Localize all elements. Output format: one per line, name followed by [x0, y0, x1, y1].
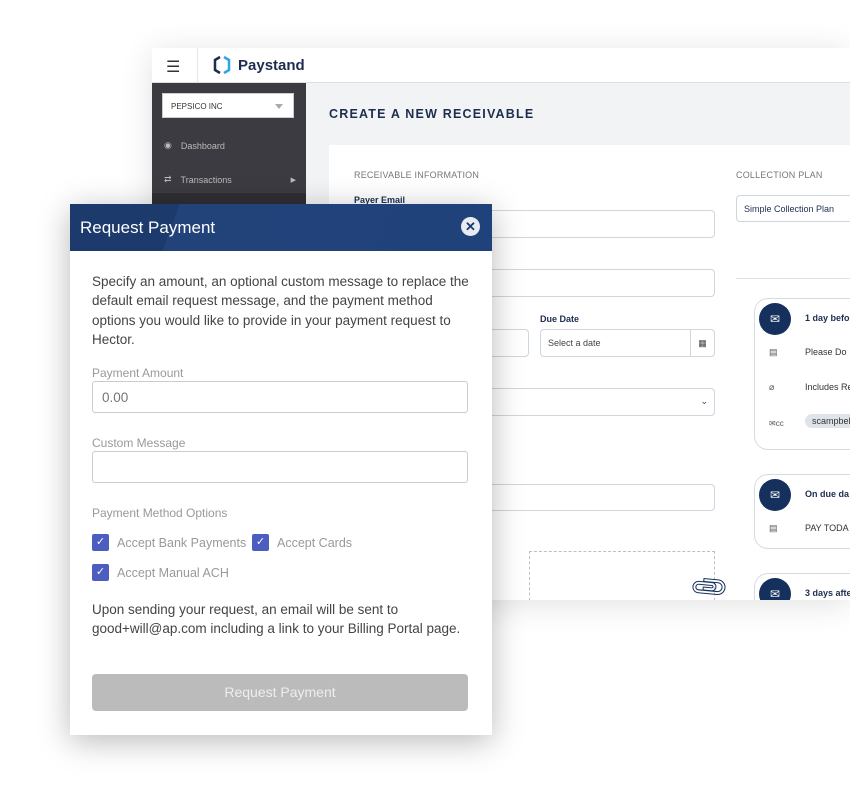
divider: [197, 48, 198, 83]
step-row: Please Do: [805, 347, 847, 357]
cc-email-icon: ✉cc: [769, 419, 784, 428]
checkmark-icon: ✓: [252, 534, 269, 551]
payment-amount-label: Payment Amount: [92, 366, 184, 380]
due-date-input[interactable]: Select a date ▦: [540, 329, 715, 357]
section-receivable-info: RECEIVABLE INFORMATION: [354, 170, 480, 180]
custom-message-input[interactable]: [92, 451, 468, 483]
custom-message-label: Custom Message: [92, 436, 186, 450]
timeline-step[interactable]: ✉ 3 days afte: [754, 573, 850, 600]
checkbox-label: Accept Manual ACH: [117, 565, 229, 580]
divider: [736, 278, 850, 279]
step-row: PAY TODA: [805, 523, 849, 533]
logo[interactable]: Paystand: [212, 55, 305, 75]
caret-down-icon: [275, 104, 283, 113]
paperclip-icon: ⌀: [769, 382, 775, 392]
collection-plan-value: Simple Collection Plan: [744, 204, 835, 214]
transfer-icon: ⇄: [164, 174, 172, 184]
envelope-icon: ✉: [759, 578, 791, 600]
paperclip-icon: 📎︎: [686, 565, 732, 600]
close-icon[interactable]: ✕: [461, 217, 480, 236]
hamburger-menu-icon[interactable]: ☰: [166, 57, 180, 77]
accept-cards-checkbox[interactable]: ✓ Accept Cards: [252, 534, 352, 551]
modal-intro: Specify an amount, an optional custom me…: [92, 274, 469, 347]
step-title: On due da: [805, 489, 850, 499]
paystand-logo-icon: [213, 55, 231, 75]
accept-manual-ach-checkbox[interactable]: ✓ Accept Manual ACH: [92, 564, 229, 581]
file-dropzone[interactable]: 📎︎: [529, 551, 731, 600]
calendar-icon[interactable]: ▦: [690, 330, 714, 356]
request-payment-modal: Request Payment ✕ Specify an amount, an …: [70, 204, 492, 735]
step-row: Includes Re: [805, 382, 850, 392]
modal-title: Request Payment: [80, 218, 216, 237]
step-title: 3 days afte: [805, 588, 850, 598]
org-select[interactable]: PEPSICO INC: [162, 93, 294, 118]
timeline-step[interactable]: ✉ 1 day befo ▤ Please Do ⌀ Includes Re ✉cc…: [754, 298, 850, 450]
brand-name: Paystand: [238, 56, 305, 74]
checkbox-label: Accept Bank Payments: [117, 535, 247, 550]
due-date-placeholder: Select a date: [548, 338, 601, 348]
payment-method-options-label: Payment Method Options: [92, 506, 228, 520]
modal-footer-text: Upon sending your request, an email will…: [92, 602, 461, 637]
modal-header: Request Payment ✕: [70, 204, 492, 251]
org-name: PEPSICO INC: [171, 102, 223, 111]
collection-plan-select[interactable]: Simple Collection Plan: [736, 195, 850, 222]
chevron-right-icon: ▶: [290, 176, 296, 184]
cc-chip: scampbel: [805, 414, 850, 428]
checkmark-icon: ✓: [92, 564, 109, 581]
top-bar: ☰ Paystand: [152, 48, 850, 83]
envelope-icon: ✉: [759, 303, 791, 335]
page-title: CREATE A NEW RECEIVABLE: [329, 107, 535, 121]
request-payment-button[interactable]: Request Payment: [92, 674, 468, 711]
dashboard-icon: ◉: [164, 140, 172, 150]
sidebar-item-transactions[interactable]: ⇄ Transactions ▶: [164, 174, 296, 185]
sidebar-item-dashboard[interactable]: ◉ Dashboard: [164, 140, 296, 151]
payment-amount-input[interactable]: [92, 381, 468, 413]
section-collection-plan: COLLECTION PLAN: [736, 170, 823, 180]
sidebar-item-label: Dashboard: [180, 140, 225, 151]
chevron-down-icon: ⌄: [700, 396, 708, 406]
envelope-icon: ✉: [759, 479, 791, 511]
document-icon: ▤: [769, 347, 778, 357]
sidebar-item-label: Transactions: [180, 174, 232, 185]
accept-bank-payments-checkbox[interactable]: ✓ Accept Bank Payments: [92, 534, 246, 551]
due-date-label: Due Date: [540, 314, 580, 324]
checkbox-label: Accept Cards: [277, 535, 353, 550]
document-icon: ▤: [769, 523, 778, 533]
timeline-step[interactable]: ✉ On due da ▤ PAY TODA: [754, 474, 850, 549]
checkmark-icon: ✓: [92, 534, 109, 551]
step-title: 1 day befo: [805, 313, 850, 323]
